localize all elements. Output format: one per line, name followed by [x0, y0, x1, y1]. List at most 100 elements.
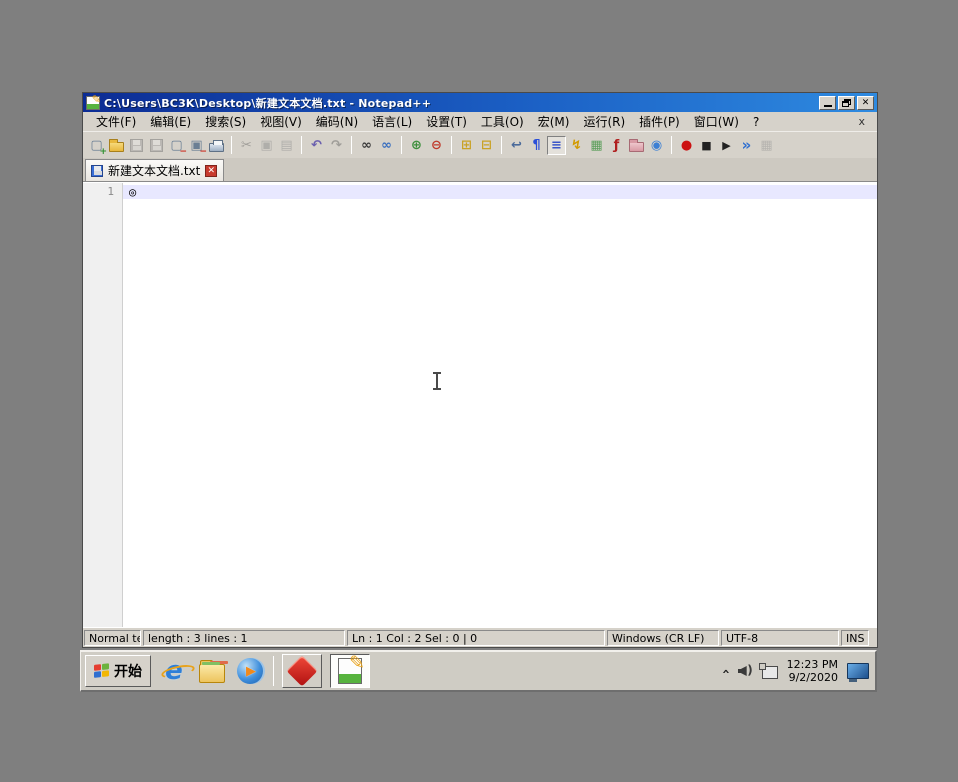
tab-close-icon[interactable]: ✕	[205, 164, 218, 177]
toolbar-separator	[301, 136, 302, 154]
close-doc-icon[interactable]: −	[167, 136, 187, 156]
display-monitor-icon[interactable]	[847, 663, 869, 682]
word-wrap-icon[interactable]	[507, 136, 526, 155]
notepad-plus-plus-icon	[86, 93, 101, 110]
tab-label: 新建文本文档.txt	[108, 164, 201, 178]
new-file-icon[interactable]: +	[87, 136, 107, 156]
paste-icon[interactable]	[277, 136, 296, 155]
menu-item-10[interactable]: 插件(P)	[632, 112, 687, 131]
show-hidden-icons-chevron[interactable]: ‹	[718, 668, 733, 673]
document-close-shortcut[interactable]: x	[852, 115, 871, 128]
volume-icon[interactable]	[738, 663, 752, 678]
system-tray: ‹ 12:23 PM 9/2/2020	[718, 658, 871, 684]
restore-button[interactable]	[838, 95, 855, 110]
close-all-icon[interactable]: −	[187, 136, 207, 156]
folder-glyph	[199, 659, 225, 683]
macro-run-multiple-icon[interactable]	[737, 136, 756, 155]
minimize-button[interactable]	[819, 95, 836, 110]
sync-horizontal-icon[interactable]	[477, 136, 496, 155]
windows-explorer-icon[interactable]	[197, 656, 227, 686]
menu-item-4[interactable]: 编码(N)	[309, 112, 365, 131]
line-number: 1	[83, 183, 123, 200]
status-eol-format[interactable]: Windows (CR LF)	[607, 630, 719, 646]
editor-fill	[83, 200, 877, 627]
print-icon[interactable]	[207, 136, 226, 155]
text-area-blank[interactable]	[123, 200, 877, 627]
macro-play-icon[interactable]	[717, 136, 736, 155]
status-encoding[interactable]: UTF-8	[721, 630, 839, 646]
menu-item-11[interactable]: 窗口(W)	[687, 112, 746, 131]
red-diamond-icon	[286, 655, 318, 687]
folder-as-workspace-icon[interactable]	[627, 136, 646, 155]
notepad-plus-plus-task-button[interactable]	[330, 652, 370, 688]
zoom-in-icon[interactable]	[407, 136, 426, 155]
ie-e-glyph: e	[165, 656, 183, 686]
toolbar-separator	[501, 136, 502, 154]
close-icon: ✕	[861, 97, 870, 108]
zoom-out-icon[interactable]	[427, 136, 446, 155]
sync-vertical-icon[interactable]	[457, 136, 476, 155]
function-list-icon[interactable]	[607, 136, 626, 155]
monitoring-icon[interactable]	[647, 136, 666, 155]
toolbar-separator	[451, 136, 452, 154]
find-icon[interactable]	[357, 136, 376, 155]
tab-bar: 新建文本文档.txt ✕	[83, 158, 877, 182]
clock-time: 12:23 PM	[786, 658, 838, 671]
menu-item-6[interactable]: 设置(T)	[419, 112, 474, 131]
save-all-icon[interactable]	[147, 136, 166, 155]
redo-icon[interactable]	[327, 136, 346, 155]
toolbar: + −−	[83, 131, 877, 158]
clock[interactable]: 12:23 PM 9/2/2020	[787, 658, 838, 684]
ibeam-cursor	[433, 372, 441, 390]
windows-logo-icon	[94, 663, 110, 679]
start-button-label: 开始	[114, 664, 142, 680]
copy-icon[interactable]	[257, 136, 276, 155]
window-controls: ✕	[819, 95, 874, 110]
user-defined-dialog-icon[interactable]	[567, 136, 586, 155]
menu-item-12[interactable]: ?	[746, 114, 766, 130]
internet-explorer-icon[interactable]: e	[159, 656, 189, 686]
start-button[interactable]: 开始	[85, 655, 151, 687]
menu-item-9[interactable]: 运行(R)	[576, 112, 632, 131]
network-icon[interactable]	[758, 663, 778, 679]
taskbar: 开始 e ‹ 12:23 PM 9/2/2020	[80, 650, 877, 692]
toolbar-separator	[231, 136, 232, 154]
cut-icon[interactable]	[237, 136, 256, 155]
red-diamond-app-button[interactable]	[282, 654, 322, 688]
macro-save-icon[interactable]	[757, 136, 776, 155]
window-title: C:\Users\BC3K\Desktop\新建文本文档.txt - Notep…	[104, 96, 432, 110]
status-cursor-position: Ln : 1 Col : 2 Sel : 0 | 0	[347, 630, 605, 646]
show-all-characters-icon[interactable]	[527, 136, 546, 155]
macro-stop-icon[interactable]	[697, 136, 716, 155]
menu-item-8[interactable]: 宏(M)	[531, 112, 577, 131]
restore-icon	[842, 98, 851, 107]
menu-item-3[interactable]: 视图(V)	[253, 112, 309, 131]
replace-icon[interactable]	[377, 136, 396, 155]
close-button[interactable]: ✕	[857, 95, 874, 110]
macro-start-record-icon[interactable]	[677, 136, 696, 155]
minimize-icon	[823, 105, 832, 107]
taskbar-separator	[273, 656, 274, 686]
undo-icon[interactable]	[307, 136, 326, 155]
notepad-plus-plus-window: C:\Users\BC3K\Desktop\新建文本文档.txt - Notep…	[82, 92, 878, 648]
menu-item-1[interactable]: 编辑(E)	[143, 112, 198, 131]
status-length-lines: length : 3 lines : 1	[143, 630, 345, 646]
status-insert-mode[interactable]: INS	[841, 630, 869, 646]
menu-item-2[interactable]: 搜索(S)	[198, 112, 253, 131]
tab-new-text-document[interactable]: 新建文本文档.txt ✕	[85, 159, 225, 181]
menu-item-0[interactable]: 文件(F)	[89, 112, 143, 131]
editor-line[interactable]: 1 ◎	[83, 183, 877, 200]
open-folder-icon[interactable]	[107, 136, 126, 155]
windows-media-player-icon[interactable]	[235, 656, 265, 686]
show-indent-guide-icon[interactable]	[547, 135, 566, 155]
editor-area[interactable]: 1 ◎	[83, 182, 877, 627]
saved-file-icon	[91, 164, 103, 177]
status-filler	[871, 630, 876, 646]
menu-item-5[interactable]: 语言(L)	[365, 112, 419, 131]
toolbar-separator	[351, 136, 352, 154]
menu-item-7[interactable]: 工具(O)	[474, 112, 531, 131]
status-bar: Normal text length : 3 lines : 1 Ln : 1 …	[83, 627, 877, 647]
save-icon[interactable]	[127, 136, 146, 155]
document-map-icon[interactable]	[587, 136, 606, 155]
titlebar[interactable]: C:\Users\BC3K\Desktop\新建文本文档.txt - Notep…	[83, 93, 877, 112]
